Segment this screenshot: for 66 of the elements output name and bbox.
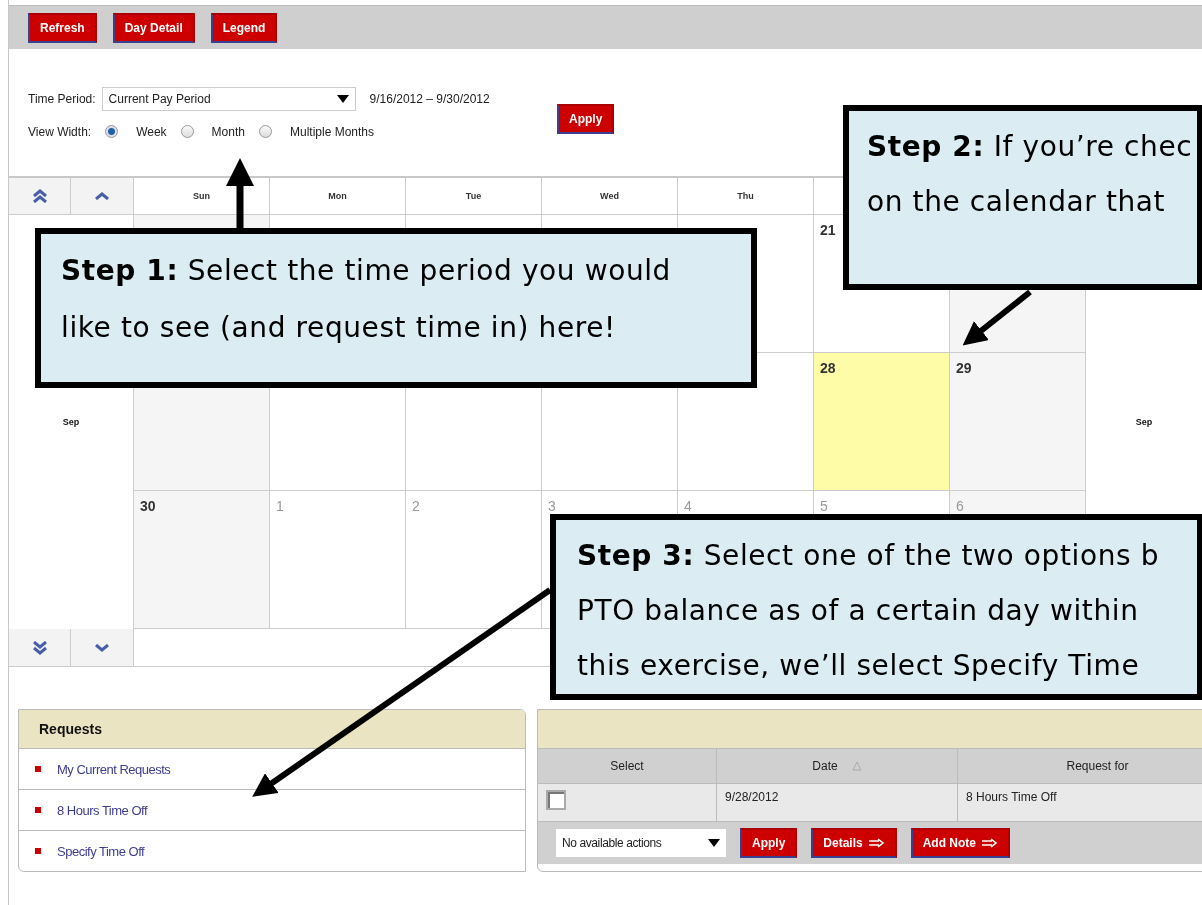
toolbar-button[interactable]: Day Detail: [112, 12, 195, 43]
day-number: 28: [820, 360, 836, 376]
view-width-label: View Width:: [28, 124, 92, 139]
weekday-header: Tue: [465, 191, 482, 201]
arrow-right-icon: [982, 838, 999, 848]
chevron-down-icon[interactable]: [94, 643, 110, 652]
weekday-header: Sun: [193, 191, 210, 201]
day-cell[interactable]: 29: [950, 353, 1086, 491]
day-number: 5: [820, 498, 828, 514]
toolbar-button[interactable]: Legend: [210, 12, 278, 43]
column-header[interactable]: Date: [717, 749, 958, 783]
day-number: 21: [820, 222, 836, 238]
weekday-header: Thu: [737, 191, 754, 201]
checkbox[interactable]: [546, 790, 566, 810]
day-cell[interactable]: 30: [134, 491, 270, 629]
day-number: 2: [412, 498, 420, 514]
radio-button[interactable]: [180, 125, 194, 138]
day-number: 30: [140, 498, 156, 514]
double-chevron-down-icon[interactable]: [31, 640, 48, 655]
nav-cell[interactable]: [71, 629, 134, 667]
radio-label: Month: [211, 124, 245, 139]
request-link[interactable]: 8 Hours Time Off: [19, 790, 525, 831]
day-number: 6: [956, 498, 964, 514]
bullet-icon: [35, 766, 41, 772]
bullet-icon: [35, 807, 41, 813]
weekday-header: Mon: [328, 191, 347, 201]
radio-label: Week: [136, 124, 167, 139]
bullet-icon: [35, 848, 41, 854]
tooltip-text: Step 2: If you’re chec on the calendar that: [867, 129, 1193, 220]
action-button[interactable]: Apply: [740, 828, 798, 858]
apply-button[interactable]: Apply: [557, 104, 615, 134]
dropdown-arrow-icon: [708, 839, 720, 847]
actions-select[interactable]: No available actions: [556, 829, 726, 857]
request-link[interactable]: My Current Requests: [19, 749, 525, 790]
nav-cell[interactable]: [9, 629, 71, 667]
table-cell: 8 Hours Time Off: [958, 783, 1202, 821]
column-header[interactable]: Select: [538, 749, 717, 783]
day-number: 4: [684, 498, 692, 514]
dropdown-arrow-icon: [336, 94, 349, 103]
day-number: 3: [548, 498, 556, 514]
tooltip-text: Step 3: Select one of the two options b PTO balance as of a certain day within this exercise, we’ll select Specify Time: [577, 538, 1160, 684]
radio-label: Multiple Months: [289, 124, 374, 139]
double-chevron-up-icon[interactable]: [31, 189, 48, 203]
day-number: 29: [956, 360, 972, 376]
nav-cell[interactable]: [9, 178, 71, 215]
column-header[interactable]: Request for: [958, 749, 1202, 783]
date-range: 9/16/2012 – 9/30/2012: [369, 91, 490, 106]
panel-title: Requests: [19, 710, 525, 749]
arrow-right-icon: [868, 838, 885, 848]
action-button[interactable]: Add Note: [910, 828, 1011, 858]
month-label: Sep: [62, 417, 80, 427]
day-cell[interactable]: 28: [814, 353, 950, 491]
tooltip-text: Step 1: Select the time period you would like to see (and request time in) here!: [61, 253, 671, 346]
month-label: Sep: [1135, 417, 1153, 427]
chevron-up-icon[interactable]: [94, 192, 110, 200]
radio-button[interactable]: [105, 125, 119, 138]
time-period-select[interactable]: Current Pay Period: [101, 86, 356, 111]
nav-cell[interactable]: [71, 178, 134, 215]
toolbar-button[interactable]: Refresh: [28, 12, 97, 43]
table-cell: 9/28/2012: [717, 783, 958, 821]
time-period-label: Time Period:: [28, 91, 96, 106]
action-button[interactable]: Details: [811, 828, 897, 858]
weekday-header: Wed: [600, 191, 619, 201]
request-link[interactable]: Specify Time Off: [19, 831, 525, 871]
radio-button[interactable]: [258, 125, 272, 138]
day-number: 1: [276, 498, 284, 514]
